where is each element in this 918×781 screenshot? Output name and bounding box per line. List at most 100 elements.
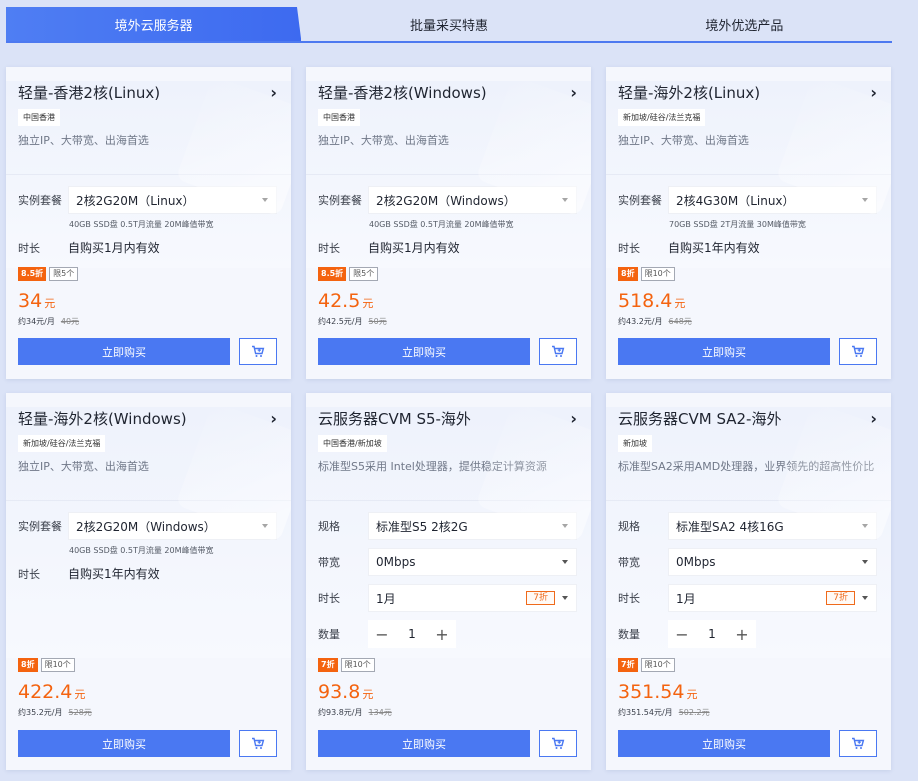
duration-discount-tag: 7折 — [826, 591, 855, 605]
limit-badge: 限10个 — [40, 658, 75, 672]
product-card: 轻量-香港2核(Windows) › 中国香港 独立IP、大带宽、出海首选 实例… — [306, 67, 591, 379]
instance-select[interactable]: 2核2G20M（Linux） — [68, 186, 277, 214]
instance-label: 实例套餐 — [618, 194, 662, 207]
instance-label: 实例套餐 — [18, 194, 62, 207]
region-tag: 新加坡/硅谷/法兰克福 — [18, 435, 106, 452]
buy-now-button[interactable]: 立即购买 — [318, 338, 530, 365]
instance-select[interactable]: 2核4G30M（Linux） — [668, 186, 877, 214]
duration-discount-tag: 7折 — [526, 591, 555, 605]
product-tabs: 境外云服务器 批量采买特惠 境外优选产品 — [6, 7, 892, 43]
caret-down-icon — [562, 596, 568, 600]
tab-overseas-cvm[interactable]: 境外云服务器 — [6, 7, 302, 41]
original-price: 528元 — [68, 708, 92, 717]
monthly-price: 约42.5元/月 50元 — [318, 317, 387, 326]
duration-select[interactable]: 1月 7折 — [368, 584, 577, 612]
duration-label: 时长 — [318, 592, 340, 605]
caret-down-icon — [862, 198, 868, 202]
decrement-button[interactable]: − — [368, 625, 396, 644]
price: 93.8 元 — [318, 681, 374, 703]
original-price: 40元 — [60, 317, 80, 326]
chevron-right-icon[interactable]: › — [270, 83, 277, 102]
duration-value: 自购买1月内有效 — [368, 241, 460, 255]
decrement-button[interactable]: − — [668, 625, 696, 644]
bandwidth-select[interactable]: 0Mbps — [368, 548, 577, 576]
chevron-right-icon[interactable]: › — [570, 83, 577, 102]
card-description: 独立IP、大带宽、出海首选 — [18, 134, 149, 147]
card-title: 轻量-海外2核(Linux) — [618, 83, 761, 102]
caret-down-icon — [862, 524, 868, 528]
tab-overseas-featured[interactable]: 境外优选产品 — [597, 7, 892, 41]
add-to-cart-button[interactable] — [239, 730, 277, 757]
cart-icon — [552, 345, 565, 357]
quantity-value[interactable]: 1 — [396, 627, 428, 641]
instance-select[interactable]: 2核2G20M（Windows） — [368, 186, 577, 214]
chevron-right-icon[interactable]: › — [570, 409, 577, 428]
price: 42.5 元 — [318, 290, 374, 312]
spec-label: 规格 — [318, 520, 340, 533]
monthly-price: 约93.8元/月 134元 — [318, 708, 392, 717]
limit-badge: 限5个 — [349, 267, 379, 281]
price: 518.4 元 — [618, 290, 686, 312]
cart-icon — [252, 737, 265, 749]
region-tag: 中国香港/新加坡 — [318, 435, 387, 452]
duration-label: 时长 — [318, 241, 340, 255]
buy-now-button[interactable]: 立即购买 — [618, 338, 830, 365]
add-to-cart-button[interactable] — [239, 338, 277, 365]
chevron-right-icon[interactable]: › — [870, 83, 877, 102]
monthly-price: 约34元/月 40元 — [18, 317, 80, 326]
original-price: 134元 — [368, 708, 392, 717]
product-card: 轻量-香港2核(Linux) › 中国香港 独立IP、大带宽、出海首选 实例套餐… — [6, 67, 291, 379]
spec-select[interactable]: 标准型SA2 4核16G — [668, 512, 877, 540]
monthly-price: 约43.2元/月 648元 — [618, 317, 692, 326]
quantity-label: 数量 — [318, 628, 340, 641]
original-price: 648元 — [668, 317, 692, 326]
original-price: 50元 — [368, 317, 387, 326]
add-to-cart-button[interactable] — [539, 730, 577, 757]
product-card: 云服务器CVM SA2-海外 › 新加坡 标准型SA2采用AMD处理器，业界领先… — [606, 393, 891, 770]
caret-down-icon — [562, 560, 568, 564]
chevron-right-icon[interactable]: › — [870, 409, 877, 428]
discount-badge: 8.5折 — [318, 267, 347, 281]
discount-badge: 7折 — [318, 658, 338, 672]
duration-label: 时长 — [18, 241, 40, 255]
increment-button[interactable]: + — [428, 625, 456, 644]
region-tag: 中国香港 — [318, 109, 360, 126]
region-tag: 新加坡 — [618, 435, 652, 452]
instance-select[interactable]: 2核2G20M（Windows） — [68, 512, 277, 540]
price: 351.54 元 — [618, 681, 698, 703]
card-description: 标准型S5采用 Intel处理器，提供稳定计算资源 — [318, 460, 547, 473]
card-title: 轻量-香港2核(Linux) — [18, 83, 161, 102]
add-to-cart-button[interactable] — [839, 730, 877, 757]
quantity-stepper: − 1 + — [668, 620, 756, 648]
duration-select[interactable]: 1月 7折 — [668, 584, 877, 612]
product-card: 轻量-海外2核(Windows) › 新加坡/硅谷/法兰克福 独立IP、大带宽、… — [6, 393, 291, 770]
spec-select[interactable]: 标准型S5 2核2G — [368, 512, 577, 540]
buy-now-button[interactable]: 立即购买 — [18, 730, 230, 757]
caret-down-icon — [862, 560, 868, 564]
buy-now-button[interactable]: 立即购买 — [318, 730, 530, 757]
card-title: 轻量-香港2核(Windows) — [318, 83, 487, 102]
tab-bulk-deals[interactable]: 批量采买特惠 — [301, 7, 596, 41]
buy-now-button[interactable]: 立即购买 — [618, 730, 830, 757]
duration-value: 自购买1年内有效 — [668, 241, 760, 255]
cart-icon — [252, 345, 265, 357]
add-to-cart-button[interactable] — [539, 338, 577, 365]
instance-spec: 40GB SSD盘 0.5T月流量 20M峰值带宽 — [69, 220, 214, 229]
card-description: 标准型SA2采用AMD处理器，业界领先的超高性价比 — [618, 460, 875, 473]
product-card: 云服务器CVM S5-海外 › 中国香港/新加坡 标准型S5采用 Intel处理… — [306, 393, 591, 770]
chevron-right-icon[interactable]: › — [270, 409, 277, 428]
bandwidth-select[interactable]: 0Mbps — [668, 548, 877, 576]
discount-badge: 8折 — [18, 658, 38, 672]
card-title: 云服务器CVM SA2-海外 — [618, 409, 782, 428]
instance-label: 实例套餐 — [18, 520, 62, 533]
bandwidth-label: 带宽 — [618, 556, 640, 569]
monthly-price: 约351.54元/月 502.2元 — [618, 708, 710, 717]
increment-button[interactable]: + — [728, 625, 756, 644]
add-to-cart-button[interactable] — [839, 338, 877, 365]
quantity-value[interactable]: 1 — [696, 627, 728, 641]
region-tag: 中国香港 — [18, 109, 60, 126]
price: 422.4 元 — [18, 681, 86, 703]
discount-badge: 8.5折 — [18, 267, 47, 281]
buy-now-button[interactable]: 立即购买 — [18, 338, 230, 365]
cart-icon — [852, 345, 865, 357]
